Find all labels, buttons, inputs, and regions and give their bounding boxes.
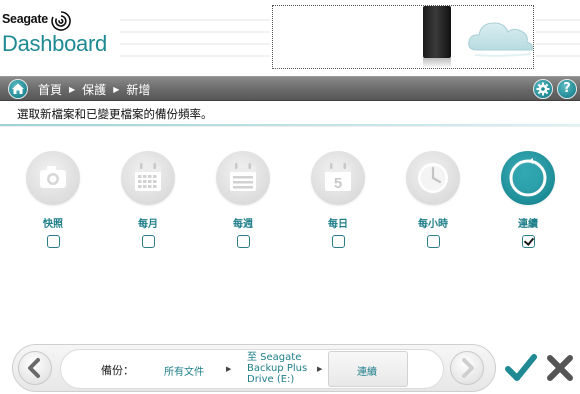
continuous-button[interactable] xyxy=(501,151,555,205)
app-title: Dashboard xyxy=(2,31,107,56)
snapshot-button[interactable] xyxy=(26,151,80,205)
summary-arrow-icon: ▶ xyxy=(226,365,232,373)
next-button[interactable] xyxy=(450,351,484,385)
option-monthly[interactable]: 每月 xyxy=(116,151,180,248)
option-label: 每週 xyxy=(233,219,253,230)
chevron-left-icon xyxy=(28,358,40,378)
summary-destination-line: Drive (E:) xyxy=(247,374,295,385)
help-button[interactable]: ? xyxy=(557,79,577,99)
option-label: 連續 xyxy=(518,219,538,230)
breadcrumb-separator-icon: ▶ xyxy=(113,85,120,94)
home-icon xyxy=(12,83,24,94)
option-continuous[interactable]: 連續 xyxy=(496,151,560,248)
weekly-checkbox[interactable] xyxy=(236,235,250,248)
breadcrumb: 首頁 ▶ 保護 ▶ 新增 xyxy=(38,81,150,98)
external-drive-image xyxy=(423,6,451,58)
hourly-checkbox[interactable] xyxy=(426,235,440,248)
daily-checkbox[interactable] xyxy=(331,235,345,248)
summary-frequency: 連續 xyxy=(357,367,377,378)
calendar-day-icon: 5 xyxy=(325,163,351,192)
option-snapshot[interactable]: 快照 xyxy=(21,151,85,248)
chevron-right-icon xyxy=(462,358,474,378)
checkmark-icon xyxy=(505,354,537,381)
option-daily[interactable]: 5 每日 xyxy=(306,151,370,248)
settings-button[interactable] xyxy=(533,79,553,99)
weekly-button[interactable] xyxy=(216,151,270,205)
monthly-button[interactable] xyxy=(121,151,175,205)
summary-destination: 至 Seagate Backup Plus Drive (E:) xyxy=(247,352,307,385)
option-hourly[interactable]: 每小時 xyxy=(401,151,465,248)
device-panel xyxy=(272,5,534,69)
divider xyxy=(0,126,580,127)
continuous-icon xyxy=(509,158,547,197)
daily-button[interactable]: 5 xyxy=(311,151,365,205)
clock-icon xyxy=(418,163,448,193)
home-button[interactable] xyxy=(8,79,28,99)
monthly-checkbox[interactable] xyxy=(141,235,155,248)
seagate-logo-icon xyxy=(51,11,71,31)
breadcrumb-separator-icon: ▶ xyxy=(69,85,76,94)
cloud-icon xyxy=(468,22,533,57)
continuous-checkbox[interactable] xyxy=(521,235,535,248)
breadcrumb-new: 新增 xyxy=(126,83,151,97)
summary-label: 備份： xyxy=(101,364,134,377)
option-label: 每日 xyxy=(328,219,348,230)
cancel-button[interactable] xyxy=(542,350,578,386)
option-label: 每小時 xyxy=(418,219,448,230)
option-label: 快照 xyxy=(43,219,63,230)
day-number: 5 xyxy=(334,175,342,192)
instruction-text: 選取新檔案和已變更檔案的備份頻率。 xyxy=(17,107,213,121)
calendar-month-icon xyxy=(135,163,161,191)
option-label: 每月 xyxy=(138,219,158,230)
snapshot-checkbox[interactable] xyxy=(46,235,60,248)
hourly-button[interactable] xyxy=(406,151,460,205)
option-weekly[interactable]: 每週 xyxy=(211,151,275,248)
calendar-week-icon xyxy=(230,163,256,191)
brand-name: Seagate xyxy=(2,12,48,26)
breadcrumb-protect[interactable]: 保護 xyxy=(82,81,106,98)
close-icon xyxy=(547,355,573,381)
gear-icon xyxy=(536,82,550,96)
summary-destination-line: Backup Plus xyxy=(247,363,308,374)
summary-arrow-icon: ▶ xyxy=(317,365,323,373)
summary-destination-line: 至 Seagate xyxy=(247,352,302,363)
confirm-button[interactable] xyxy=(503,350,539,386)
camera-icon xyxy=(40,166,66,188)
summary-files: 所有文件 xyxy=(164,367,204,378)
app-header: Seagate Dashboard xyxy=(0,0,580,76)
breadcrumb-home[interactable]: 首頁 xyxy=(38,81,62,98)
drive-reflection xyxy=(423,58,451,68)
navigation-bar: 首頁 ▶ 保護 ▶ 新增 ? xyxy=(0,76,580,101)
back-button[interactable] xyxy=(18,351,52,385)
